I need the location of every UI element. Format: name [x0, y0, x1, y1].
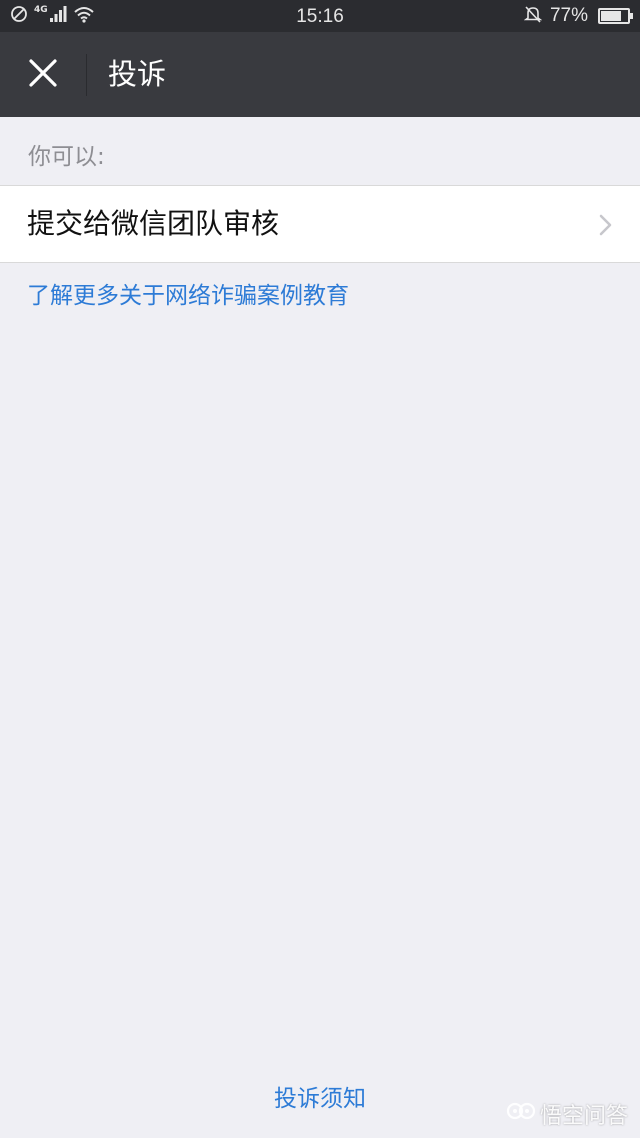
- watermark: 悟空问答: [506, 1098, 628, 1130]
- fraud-education-link[interactable]: 了解更多关于网络诈骗案例教育: [27, 281, 349, 311]
- battery-level-fill: [601, 11, 622, 21]
- chevron-right-icon: [598, 213, 614, 237]
- status-right: 77%: [523, 5, 633, 27]
- close-icon: [27, 57, 59, 93]
- battery-icon: [598, 8, 633, 24]
- header-divider: [86, 54, 87, 96]
- wukong-logo-icon: [506, 1100, 540, 1128]
- submit-review-label: 提交给微信团队审核: [27, 207, 280, 240]
- section-label: 你可以:: [28, 144, 105, 170]
- close-button[interactable]: [22, 54, 64, 96]
- submit-review-cell[interactable]: 提交给微信团队审核: [0, 185, 640, 263]
- mute-bell-icon: [523, 5, 543, 27]
- complaint-notice-link[interactable]: 投诉须知: [274, 1086, 366, 1112]
- battery-percent: 77%: [549, 5, 588, 26]
- status-bar: 4G 15:16 77%: [0, 0, 640, 32]
- watermark-text: 悟空问答: [539, 1104, 628, 1129]
- header: 投诉: [0, 32, 640, 117]
- page-title: 投诉: [108, 57, 167, 91]
